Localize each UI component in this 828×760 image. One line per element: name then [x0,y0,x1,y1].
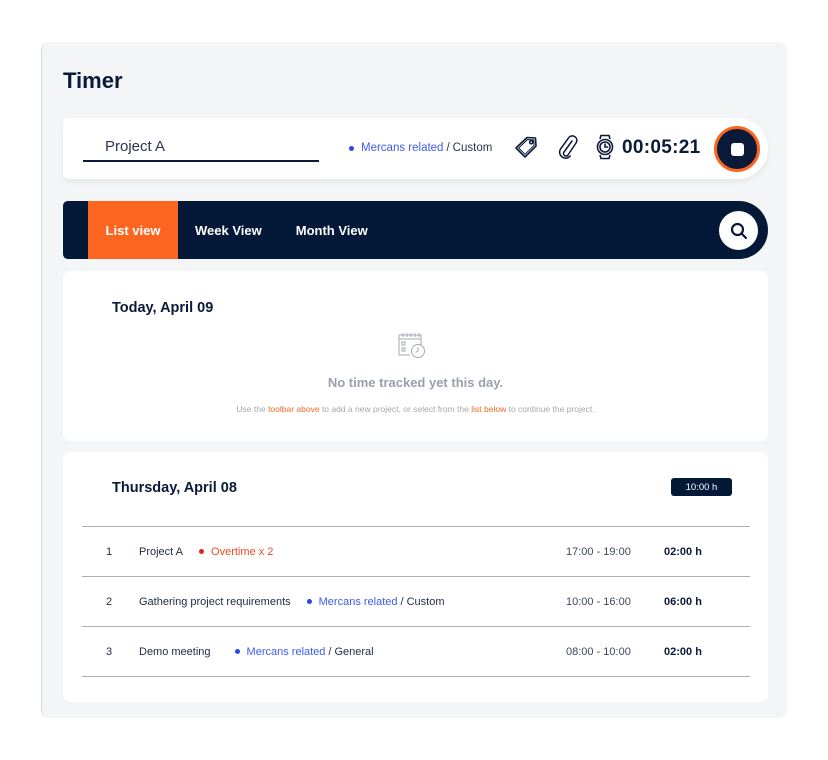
subcategory-label: Custom [452,142,493,154]
category-tag: Mercans related / General [234,645,374,658]
today-card: Today, April 09 No time tracked yet this… [63,271,768,441]
stop-timer-button[interactable] [714,126,760,172]
hint-text: to continue the project. [506,404,595,414]
entry-number: 3 [106,645,113,658]
entry-name: Project A [139,545,184,558]
tab-week-view[interactable]: Week View [178,201,279,259]
subcategory-label: Custom [406,595,445,608]
entry-duration: 02:00 h [664,545,702,558]
time-entries-list: 1 Project A Overtime x 2 17:00 - 19:00 0… [82,526,750,677]
category-separator: / [400,595,404,608]
entry-name-cell: Gathering project requirements Mercans r… [139,596,444,608]
category-tag[interactable]: Mercans related / Custom [349,142,492,154]
elapsed-time: 00:05:21 [622,137,701,158]
day-title: Today, April 09 [112,300,214,316]
entry-number: 1 [106,545,113,558]
subcategory-label: General [334,645,374,658]
list-below-link[interactable]: list below [471,404,506,414]
time-entry-row[interactable]: 1 Project A Overtime x 2 17:00 - 19:00 0… [82,527,750,577]
day-title: Thursday, April 08 [112,480,237,496]
search-icon [730,222,747,239]
empty-state-hint: Use the toolbar above to add a new proje… [63,404,768,414]
category-label: Mercans related [361,142,444,154]
entry-duration: 06:00 h [664,595,702,608]
overtime-tag: Overtime x 2 [199,546,273,558]
time-entry-row[interactable]: 2 Gathering project requirements Mercans… [82,577,750,627]
category-dot-icon [234,649,240,654]
timer-toolbar: Mercans related / Custom 00:05:21 [63,118,768,179]
empty-state-title: No time tracked yet this day. [327,375,504,390]
search-button[interactable] [719,211,758,250]
entry-name: Demo meeting [139,645,211,658]
tab-list-view[interactable]: List view [88,201,178,259]
entry-time-range: 17:00 - 19:00 [566,545,631,558]
entry-number: 2 [106,595,113,608]
attach-button[interactable] [555,134,581,160]
day-total-badge: 10:00 h [671,478,732,496]
overtime-label: Overtime x 2 [211,545,274,558]
entry-name-cell: Project A Overtime x 2 [139,546,273,558]
category-separator: / [446,142,450,154]
hint-text: to add a new project, or select from the [319,404,472,414]
hint-text: Use the [236,404,269,414]
entry-time-range: 08:00 - 10:00 [566,645,631,658]
category-label: Mercans related [318,595,398,608]
toolbar-above-link[interactable]: toolbar above [268,404,320,414]
tab-month-view[interactable]: Month View [279,201,385,259]
entry-name: Gathering project requirements [139,595,291,608]
time-entry-row[interactable]: 3 Demo meeting Mercans related / General… [82,627,750,677]
category-tag: Mercans related / Custom [306,595,445,608]
page-title: Timer [63,68,123,93]
project-name-input[interactable] [83,132,319,162]
entry-name-cell: Demo meeting Mercans related / General [139,646,374,658]
overtime-dot-icon [199,549,205,554]
watch-icon [596,134,614,160]
thursday-card: Thursday, April 08 10:00 h 1 Project A O… [63,452,768,702]
entry-time-range: 10:00 - 16:00 [566,595,631,608]
category-label: Mercans related [246,645,326,658]
category-dot-icon [306,599,312,604]
watch-button[interactable] [592,134,618,160]
paperclip-icon [558,135,578,159]
tag-button[interactable] [513,134,539,160]
entry-duration: 02:00 h [664,645,702,658]
category-dot-icon [349,145,354,151]
view-tabs: List view Week View Month View [63,201,768,259]
category-separator: / [328,645,332,658]
tag-icon [515,136,537,158]
calendar-clock-icon [398,333,425,358]
stop-icon [730,142,744,156]
